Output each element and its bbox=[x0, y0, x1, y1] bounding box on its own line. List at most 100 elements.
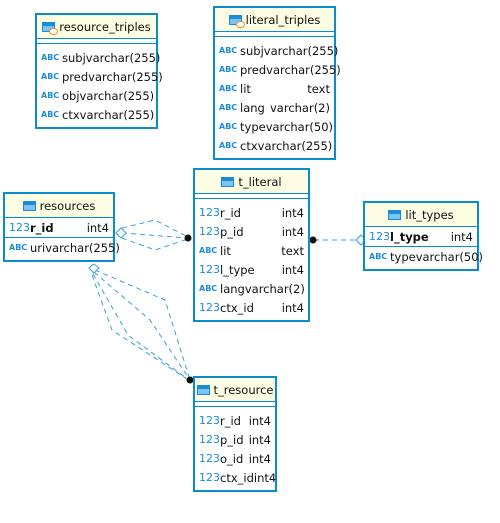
table-header[interactable]: lit_types bbox=[365, 203, 477, 227]
column-row[interactable]: ABC ctx varchar(255) bbox=[37, 105, 156, 124]
column-row[interactable]: ABC type varchar(50) bbox=[365, 247, 483, 266]
diamond-end bbox=[88, 263, 100, 274]
text-type-icon: ABC bbox=[219, 65, 238, 74]
column-type: int4 bbox=[281, 224, 304, 239]
text-type-icon: ABC bbox=[369, 252, 388, 261]
table-name: resources bbox=[39, 198, 96, 213]
text-type-icon: ABC bbox=[219, 103, 238, 112]
column-row[interactable]: 123 l_type int4 bbox=[195, 260, 308, 279]
column-row[interactable]: ABC uri varchar(255) bbox=[5, 238, 120, 257]
fk-line-t-resource-resources bbox=[91, 274, 191, 382]
column-row[interactable]: ABC lit text bbox=[215, 79, 334, 98]
table-resources[interactable]: resources 123 r_id int4 ABC uri varchar(… bbox=[3, 192, 120, 262]
column-name: l_type bbox=[220, 262, 255, 277]
column-row[interactable]: 123 r_id int4 bbox=[195, 203, 308, 222]
table-header[interactable]: literal_triples bbox=[215, 8, 334, 32]
fk-line-t-literal-resources bbox=[121, 232, 189, 239]
table-name: t_resource bbox=[213, 382, 274, 397]
column-name: ctx_id bbox=[220, 470, 254, 485]
column-row[interactable]: ABC subj varchar(255) bbox=[37, 48, 160, 67]
column-row[interactable]: ABC lang varchar(2) bbox=[215, 98, 334, 117]
table-t-resource[interactable]: t_resource 123 r_id int4 123 p_id int4 1… bbox=[193, 376, 277, 492]
column-row[interactable]: ABC pred varchar(255) bbox=[215, 60, 341, 79]
column-row[interactable]: 123 r_id int4 bbox=[195, 411, 275, 430]
column-type: varchar(255) bbox=[79, 107, 155, 122]
column-type: varchar(50) bbox=[265, 119, 334, 134]
column-name: lit bbox=[240, 81, 251, 96]
column-type: int4 bbox=[281, 205, 304, 220]
column-type: int4 bbox=[248, 432, 271, 447]
column-type: varchar(255) bbox=[85, 50, 161, 65]
column-row[interactable]: ABC obj varchar(255) bbox=[37, 86, 156, 105]
column-name: l_type bbox=[390, 229, 429, 244]
column-type: int4 bbox=[253, 470, 277, 485]
table-header[interactable]: t_literal bbox=[195, 170, 308, 194]
table-t-literal[interactable]: t_literal 123 r_id int4 123 p_id int4 AB… bbox=[193, 168, 310, 322]
column-type: int4 bbox=[248, 413, 271, 428]
column-row[interactable]: 123 o_id int4 bbox=[195, 449, 275, 468]
table-name: literal_triples bbox=[245, 12, 321, 27]
column-type: varchar(255) bbox=[45, 240, 120, 255]
column-row[interactable]: 123 p_id int4 bbox=[195, 430, 275, 449]
numeric-type-icon: 123 bbox=[199, 452, 220, 465]
text-type-icon: ABC bbox=[41, 72, 60, 81]
table-header[interactable]: t_resource bbox=[195, 378, 275, 402]
fk-line-t-resource-resources bbox=[94, 269, 191, 381]
table-icon bbox=[388, 209, 402, 220]
table-header[interactable]: resources bbox=[5, 194, 113, 218]
text-type-icon: ABC bbox=[41, 110, 60, 119]
text-type-icon: ABC bbox=[219, 84, 238, 93]
column-type: varchar(255) bbox=[263, 43, 339, 58]
column-type: int4 bbox=[248, 451, 271, 466]
table-name: t_literal bbox=[238, 174, 282, 189]
column-name: r_id bbox=[30, 220, 54, 235]
column-type: int4 bbox=[86, 220, 109, 235]
fk-line-t-resource-resources bbox=[92, 273, 191, 382]
column-row[interactable]: 123 ctx_id int4 bbox=[195, 468, 277, 487]
view-icon bbox=[42, 21, 59, 35]
column-name: r_id bbox=[220, 413, 241, 428]
table-lit-types[interactable]: lit_types 123 l_type int4 ABC type varch… bbox=[363, 201, 483, 271]
dot-end bbox=[184, 234, 192, 242]
column-name: subj bbox=[240, 43, 264, 58]
text-type-icon: ABC bbox=[219, 141, 238, 150]
column-row[interactable]: 123 ctx_id int4 bbox=[195, 298, 308, 317]
table-literal-triples[interactable]: literal_triples ABC subj varchar(255) AB… bbox=[213, 6, 341, 160]
text-type-icon: ABC bbox=[41, 53, 60, 62]
column-type: varchar(255) bbox=[79, 88, 155, 103]
column-type: text bbox=[281, 243, 304, 258]
column-type: varchar(255) bbox=[266, 62, 341, 77]
column-type: int4 bbox=[281, 262, 304, 277]
column-row[interactable]: ABC ctx varchar(255) bbox=[215, 136, 334, 155]
column-name: subj bbox=[62, 50, 86, 65]
column-name: p_id bbox=[220, 224, 244, 239]
table-resource-triples[interactable]: resource_triples ABC subj varchar(255) A… bbox=[35, 13, 163, 129]
table-header[interactable]: resource_triples bbox=[37, 15, 156, 39]
diamond-end bbox=[115, 227, 127, 239]
column-row[interactable]: ABC subj varchar(255) bbox=[215, 41, 338, 60]
text-type-icon: ABC bbox=[219, 46, 238, 55]
fk-line-t-literal-resources bbox=[121, 237, 189, 251]
column-row[interactable]: ABC pred varchar(255) bbox=[37, 67, 163, 86]
column-row[interactable]: 123 l_type int4 bbox=[365, 227, 477, 246]
text-type-icon: ABC bbox=[199, 284, 218, 293]
column-name: pred bbox=[240, 62, 267, 77]
column-type: varchar(255) bbox=[88, 69, 163, 84]
text-type-icon: ABC bbox=[9, 243, 28, 252]
column-type: varchar(255) bbox=[257, 138, 333, 153]
column-name: type bbox=[240, 119, 266, 134]
column-row[interactable]: 123 r_id int4 bbox=[5, 218, 113, 237]
numeric-type-icon: 123 bbox=[9, 221, 30, 234]
text-type-icon: ABC bbox=[219, 122, 238, 131]
column-type: int4 bbox=[281, 300, 304, 315]
numeric-type-icon: 123 bbox=[199, 225, 220, 238]
column-row[interactable]: ABC lit text bbox=[195, 241, 308, 260]
fk-line-t-literal-resources bbox=[121, 219, 189, 238]
column-row[interactable]: ABC lang varchar(2) bbox=[195, 279, 308, 298]
column-row[interactable]: 123 p_id int4 bbox=[195, 222, 308, 241]
table-icon bbox=[196, 384, 210, 395]
fk-line-t-resource-resources bbox=[93, 271, 191, 381]
text-type-icon: ABC bbox=[199, 246, 218, 255]
text-type-icon: ABC bbox=[41, 91, 60, 100]
column-row[interactable]: ABC type varchar(50) bbox=[215, 117, 334, 136]
